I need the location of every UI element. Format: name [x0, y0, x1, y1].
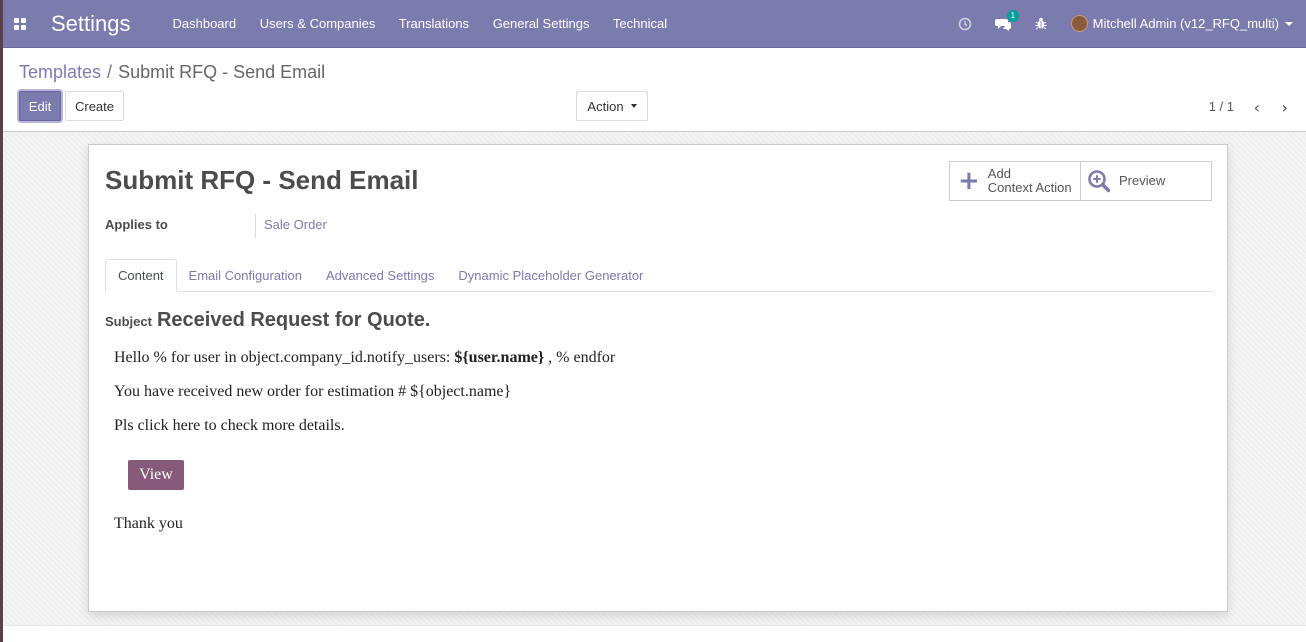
breadcrumb-current: Submit RFQ - Send Email [118, 62, 326, 82]
subject-row: Subject Received Request for Quote. [105, 309, 430, 332]
caret-down-icon [630, 104, 637, 108]
field-divider [255, 214, 256, 238]
button-box: + Add Context Action Preview [949, 161, 1212, 201]
body-line-1: Hello % for user in object.company_id.no… [114, 349, 615, 367]
pager-value[interactable]: 1 / 1 [1209, 99, 1234, 114]
tab-email-configuration[interactable]: Email Configuration [177, 259, 314, 292]
breadcrumb-separator: / [107, 62, 113, 82]
edit-button[interactable]: Edit [19, 91, 61, 121]
avatar[interactable] [1070, 15, 1088, 32]
menu-general-settings[interactable]: General Settings [493, 16, 590, 31]
top-navbar: Settings Dashboard Users & Companies Tra… [3, 0, 1306, 48]
subject-value: Received Request for Quote. [156, 309, 431, 331]
search-plus-icon [1088, 170, 1111, 193]
applies-to-value[interactable]: Sale Order [264, 217, 327, 232]
tab-dynamic-placeholder-generator[interactable]: Dynamic Placeholder Generator [446, 259, 655, 292]
preview-label: Preview [1119, 173, 1166, 188]
notebook-tabs: Content Email Configuration Advanced Set… [105, 259, 1212, 292]
action-dropdown[interactable]: Action [576, 91, 648, 121]
applies-to-label: Applies to [105, 217, 168, 232]
bug-icon[interactable] [1033, 16, 1049, 32]
menu-translations[interactable]: Translations [399, 16, 469, 31]
bottom-area [3, 625, 1306, 642]
tab-advanced-settings[interactable]: Advanced Settings [314, 259, 446, 292]
breadcrumb-templates[interactable]: Templates [19, 62, 101, 82]
record-title: Submit RFQ - Send Email [105, 165, 419, 195]
form-sheet: Submit RFQ - Send Email + Add Context Act… [88, 144, 1228, 612]
messages-badge: 1 [1006, 9, 1020, 22]
create-button[interactable]: Create [65, 91, 124, 121]
chat-icon[interactable]: 1 [994, 9, 1020, 32]
user-name-placeholder: ${user.name} [454, 349, 545, 366]
body-line-1-end: , % endfor [544, 349, 616, 366]
subject-label: Subject [105, 314, 152, 329]
body-line-3: Pls click here to check more details. [114, 417, 345, 434]
add-context-action-button[interactable]: + Add Context Action [950, 162, 1081, 200]
add-label: Add [987, 166, 1011, 181]
control-panel: Templates / Submit RFQ - Send Email Edit C… [3, 49, 1306, 132]
menu-dashboard[interactable]: Dashboard [173, 16, 237, 31]
user-menu[interactable]: Mitchell Admin (v12_RFQ_multi) [1093, 16, 1279, 31]
preview-button[interactable]: Preview [1081, 162, 1211, 200]
breadcrumb: Templates / Submit RFQ - Send Email [19, 62, 325, 83]
chevron-down-icon[interactable] [1285, 21, 1293, 26]
chevron-right-icon[interactable]: › [1282, 98, 1288, 117]
view-button[interactable]: View [128, 460, 184, 490]
body-line-1-text: Hello % for user in object.company_id.no… [114, 349, 455, 366]
clock-icon[interactable] [957, 16, 973, 32]
main-menu: Dashboard Users & Companies Translations… [173, 16, 688, 31]
menu-users-companies[interactable]: Users & Companies [260, 16, 376, 31]
action-label: Action [587, 98, 624, 114]
tab-content[interactable]: Content [105, 259, 177, 292]
body-line-2: You have received new order for estimati… [114, 383, 512, 400]
apps-icon[interactable] [3, 0, 37, 48]
closing-text: Thank you [114, 515, 183, 532]
plus-icon: + [958, 166, 980, 196]
chevron-left-icon[interactable]: ‹ [1254, 98, 1260, 117]
menu-technical[interactable]: Technical [613, 16, 667, 31]
context-action-label: Context Action [987, 180, 1072, 195]
app-title[interactable]: Settings [51, 11, 131, 37]
